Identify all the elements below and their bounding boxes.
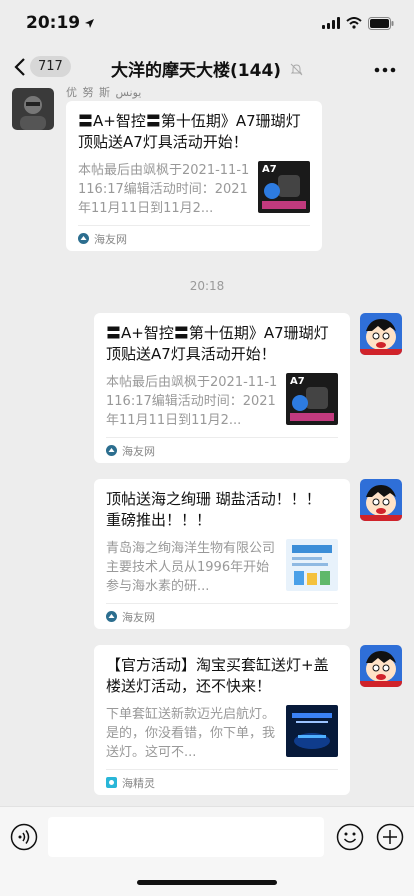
- link-card-title: 顶帖送海之绚珊 瑚盐活动！！！ 重磅推出！！！: [106, 490, 321, 529]
- source-logo-icon: [106, 445, 117, 456]
- mute-bell-icon: [290, 61, 303, 81]
- source-name: 海友网: [122, 610, 155, 624]
- chat-title-text: 大洋的摩天大楼(144): [111, 61, 282, 81]
- link-card-title: 〓A+智控〓第十伍期》A7珊瑚灯顶贴送A7灯具活动开始！: [106, 324, 329, 363]
- message-timestamp: 20:18: [189, 279, 225, 293]
- link-card-description: 下单套缸送新款迈光启航灯。是的，你没看错，你下单，我送灯。这可不...: [106, 707, 276, 760]
- my-avatar[interactable]: [360, 313, 402, 355]
- link-card-description: 本帖最后由飒枫于2021-11-1116:17编辑活动时间：2021年11月11…: [78, 163, 250, 216]
- link-card-title: 【官方活动】淘宝买套缸送灯+盖楼送灯活动，还不快来！: [106, 656, 329, 695]
- signal-icon: [322, 17, 340, 29]
- source-name: 海精灵: [122, 776, 155, 790]
- battery-icon: [368, 16, 394, 30]
- voice-icon: [10, 823, 38, 851]
- link-card-description: 青岛海之绚海洋生物有限公司主要技术人员从1996年开始参与海水素的研...: [106, 541, 276, 594]
- chat-title: 大洋的摩天大楼(144): [0, 56, 414, 81]
- link-card-message[interactable]: 顶帖送海之绚珊 瑚盐活动！！！ 重磅推出！！！ 青岛海之绚海洋生物有限公司主要技…: [94, 479, 350, 629]
- message-input[interactable]: [48, 817, 324, 857]
- status-icons: [322, 16, 394, 30]
- home-indicator[interactable]: [137, 880, 277, 885]
- link-card-thumbnail: [286, 705, 338, 757]
- wifi-icon: [346, 17, 362, 29]
- status-bar: 20:19: [0, 0, 414, 46]
- more-dots-icon: [374, 67, 396, 73]
- chat-header: 717 大洋的摩天大楼(144): [0, 46, 414, 88]
- my-avatar[interactable]: [360, 645, 402, 687]
- my-avatar[interactable]: [360, 479, 402, 521]
- plus-icon: [376, 823, 404, 851]
- emoji-icon: [336, 823, 364, 851]
- link-card-source: 海精灵: [106, 769, 338, 795]
- link-card-message[interactable]: 【官方活动】淘宝买套缸送灯+盖楼送灯活动，还不快来！ 下单套缸送新款迈光启航灯。…: [94, 645, 350, 795]
- link-card-thumbnail: A7: [258, 161, 310, 213]
- source-name: 海友网: [94, 232, 127, 246]
- link-card-thumbnail: A7: [286, 373, 338, 425]
- link-card-title: 〓A+智控〓第十伍期》A7珊瑚灯顶贴送A7灯具活动开始！: [78, 112, 301, 151]
- link-card-description: 本帖最后由飒枫于2021-11-1116:17编辑活动时间：2021年11月11…: [106, 375, 278, 428]
- clock-text: 20:19: [26, 13, 81, 33]
- link-card-thumbnail: [286, 539, 338, 591]
- more-functions-button[interactable]: [376, 823, 404, 855]
- link-card-message[interactable]: 〓A+智控〓第十伍期》A7珊瑚灯顶贴送A7灯具活动开始！ 本帖最后由飒枫于202…: [94, 313, 350, 463]
- location-arrow-icon: [85, 18, 95, 28]
- link-card-message[interactable]: 〓A+智控〓第十伍期》A7珊瑚灯顶贴送A7灯具活动开始！ 本帖最后由飒枫于202…: [66, 101, 322, 251]
- source-logo-icon: [78, 233, 89, 244]
- thumbnail-text: A7: [262, 164, 277, 175]
- sender-avatar[interactable]: [12, 88, 54, 130]
- more-options-button[interactable]: [374, 58, 396, 77]
- source-name: 海友网: [122, 444, 155, 458]
- voice-input-button[interactable]: [10, 823, 38, 855]
- status-time: 20:19: [26, 13, 95, 33]
- link-card-source: 海友网: [106, 603, 338, 629]
- source-logo-icon: [106, 611, 117, 622]
- thumbnail-text: A7: [290, 376, 305, 387]
- emoji-button[interactable]: [336, 823, 364, 855]
- link-card-source: 海友网: [78, 225, 310, 251]
- link-card-source: 海友网: [106, 437, 338, 463]
- sender-name: 优 努 斯 يونس: [66, 86, 142, 99]
- source-logo-icon: [106, 777, 117, 788]
